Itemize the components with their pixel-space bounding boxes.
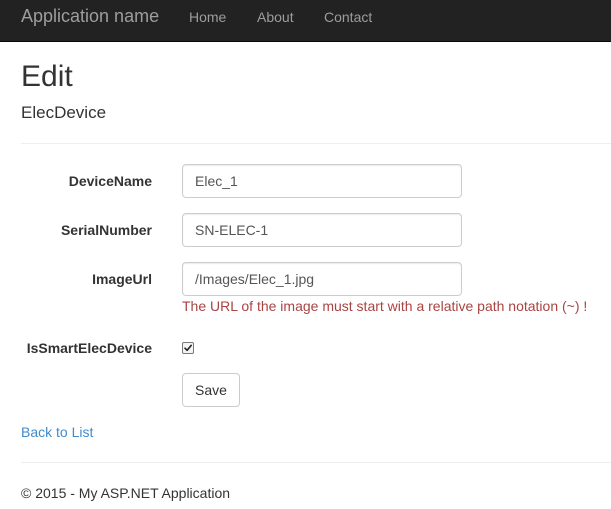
serial-number-input[interactable] — [182, 213, 462, 247]
device-name-input[interactable] — [182, 164, 462, 198]
save-button[interactable]: Save — [182, 373, 240, 407]
image-url-input[interactable] — [182, 262, 462, 296]
back-to-list-link[interactable]: Back to List — [21, 423, 93, 441]
nav-link-home[interactable]: Home — [189, 8, 226, 26]
page-title: Edit — [21, 60, 73, 93]
is-smart-device-label: IsSmartElecDevice — [26, 340, 152, 356]
image-url-validation-error: The URL of the image must start with a r… — [182, 298, 588, 314]
serial-number-label: SerialNumber — [60, 222, 152, 238]
footer-text: © 2015 - My ASP.NET Application — [21, 485, 231, 501]
divider — [21, 143, 611, 144]
device-name-label: DeviceName — [68, 173, 152, 189]
nav-link-about[interactable]: About — [257, 8, 294, 26]
app-brand-link[interactable]: Application name — [21, 6, 159, 26]
checkmark-icon — [184, 344, 192, 352]
footer-divider — [21, 462, 611, 463]
page-subtitle: ElecDevice — [21, 103, 107, 122]
image-url-label: ImageUrl — [92, 271, 152, 287]
navbar: Application name Home About Contact — [0, 0, 611, 42]
is-smart-device-checkbox[interactable] — [182, 342, 194, 354]
nav-link-contact[interactable]: Contact — [324, 8, 372, 26]
